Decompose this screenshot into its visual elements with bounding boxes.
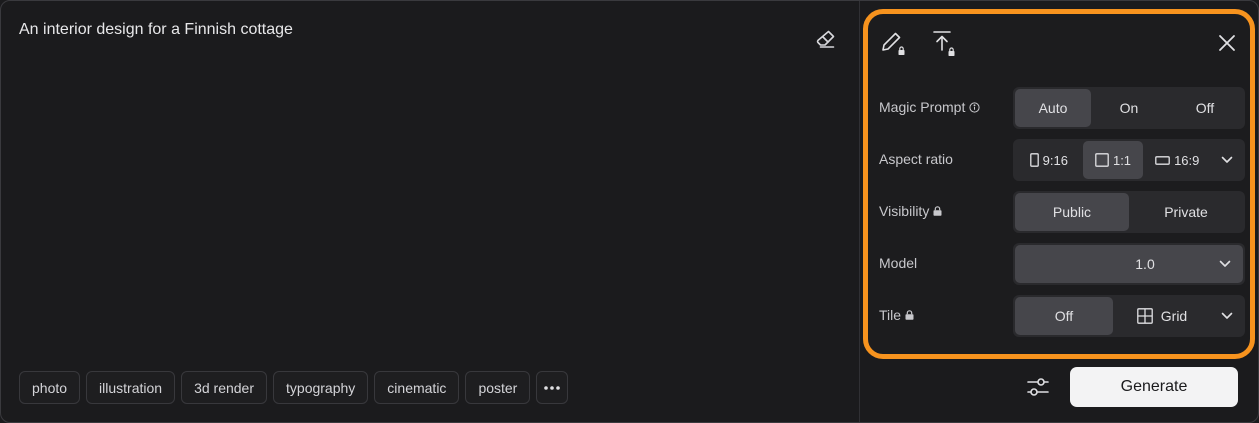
tag-3d-render[interactable]: 3d render xyxy=(181,371,268,404)
chevron-down-icon xyxy=(1219,260,1231,267)
generate-button[interactable]: Generate xyxy=(1070,367,1238,407)
style-tags: photo illustration 3d render typography … xyxy=(19,371,569,404)
edit-button[interactable] xyxy=(880,29,908,62)
tag-illustration[interactable]: illustration xyxy=(86,371,176,404)
landscape-icon xyxy=(1155,155,1170,165)
square-icon xyxy=(1095,153,1109,167)
aspect-1-1[interactable]: 1:1 xyxy=(1082,141,1144,179)
aspect-ratio-label: Aspect ratio xyxy=(879,151,953,167)
more-dots-icon xyxy=(544,385,561,390)
upload-lock-icon xyxy=(933,31,955,56)
settings-toggle-button[interactable] xyxy=(1025,375,1051,399)
tile-label: Tile xyxy=(879,307,914,323)
tile-toggle: Off Grid xyxy=(1013,295,1245,337)
magic-prompt-off[interactable]: Off xyxy=(1167,89,1243,127)
close-icon xyxy=(1219,35,1235,51)
tile-off[interactable]: Off xyxy=(1015,297,1113,335)
aspect-16-9[interactable]: 16:9 xyxy=(1143,141,1211,179)
magic-prompt-on[interactable]: On xyxy=(1091,89,1167,127)
visibility-private[interactable]: Private xyxy=(1129,193,1243,231)
grid-icon xyxy=(1136,308,1153,324)
prompt-input[interactable]: An interior design for a Finnish cottage xyxy=(19,21,293,39)
tag-typography[interactable]: typography xyxy=(273,371,369,404)
chevron-down-icon xyxy=(1221,156,1233,163)
model-dropdown[interactable] xyxy=(1209,248,1241,280)
aspect-9-16[interactable]: 9:16 xyxy=(1015,141,1083,179)
visibility-toggle: Public Private xyxy=(1013,191,1245,233)
lock-icon xyxy=(933,206,942,216)
aspect-ratio-selector: 9:16 1:1 16:9 xyxy=(1013,139,1245,181)
visibility-public[interactable]: Public xyxy=(1015,193,1129,231)
close-button[interactable] xyxy=(1217,33,1237,58)
tag-cinematic[interactable]: cinematic xyxy=(374,371,460,404)
info-icon[interactable] xyxy=(969,101,980,113)
tile-dropdown[interactable] xyxy=(1211,297,1243,335)
tile-grid[interactable]: Grid xyxy=(1113,297,1211,335)
portrait-icon xyxy=(1029,153,1039,167)
settings-panel: Magic Prompt Auto On Off Aspect ratio 9:… xyxy=(863,9,1255,359)
eraser-icon[interactable] xyxy=(814,27,838,51)
model-select[interactable]: 1.0 xyxy=(1013,243,1245,285)
magic-prompt-toggle: Auto On Off xyxy=(1013,87,1245,129)
divider xyxy=(859,1,860,422)
chevron-down-icon xyxy=(1221,312,1233,319)
aspect-ratio-dropdown[interactable] xyxy=(1211,141,1243,179)
sliders-icon xyxy=(1027,378,1049,396)
tag-photo[interactable]: photo xyxy=(19,371,81,404)
more-tags-button[interactable] xyxy=(536,371,569,404)
upload-button[interactable] xyxy=(930,28,958,63)
generator-window: An interior design for a Finnish cottage… xyxy=(0,0,1259,423)
pencil-lock-icon xyxy=(882,32,905,55)
magic-prompt-auto[interactable]: Auto xyxy=(1015,89,1091,127)
tag-poster[interactable]: poster xyxy=(465,371,531,404)
lock-icon xyxy=(905,310,914,320)
visibility-label: Visibility xyxy=(879,203,942,219)
model-label: Model xyxy=(879,255,918,271)
magic-prompt-label: Magic Prompt xyxy=(879,99,980,115)
prompt-area[interactable]: An interior design for a Finnish cottage… xyxy=(1,1,859,422)
